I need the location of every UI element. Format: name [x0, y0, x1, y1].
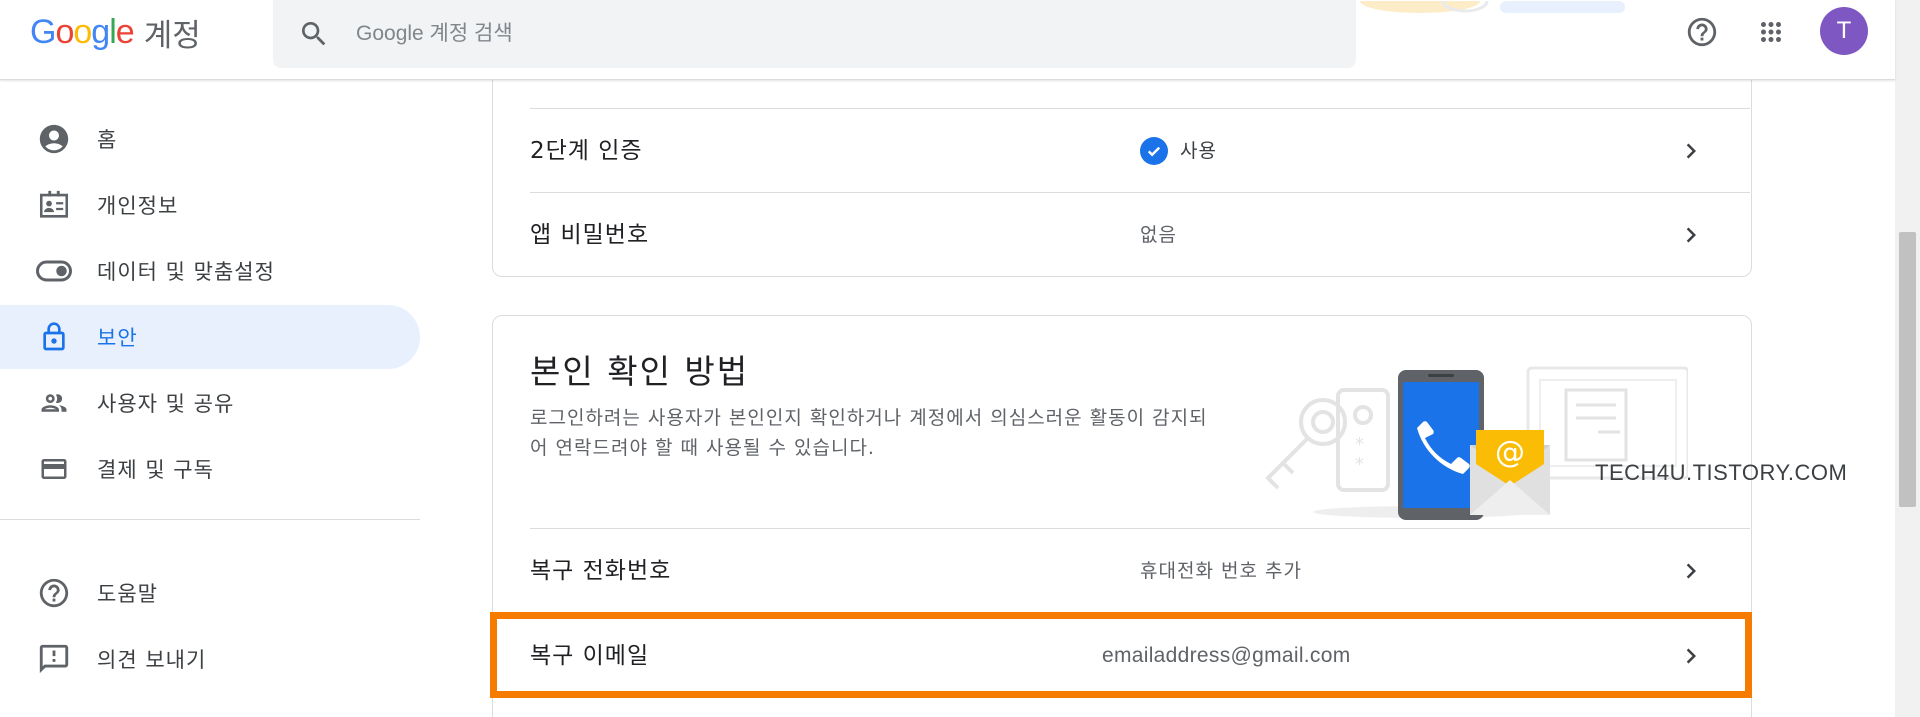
- svg-text:@: @: [1495, 435, 1525, 470]
- check-circle-icon: [1140, 137, 1168, 165]
- chevron-right-icon: [1686, 227, 1696, 243]
- sidebar-item-label: 의견 보내기: [97, 648, 207, 672]
- id-card-icon: [36, 187, 72, 223]
- google-account-logo[interactable]: Google 계정: [30, 8, 201, 56]
- avatar[interactable]: T: [1820, 7, 1868, 55]
- top-app-bar: Google 계정 T: [0, 0, 1895, 80]
- sidebar-item-label: 보안: [97, 326, 138, 350]
- help-circle-icon: [36, 575, 72, 611]
- sidebar-item-label: 결제 및 구독: [97, 458, 214, 482]
- sidebar-item-people-sharing[interactable]: 사용자 및 공유: [0, 371, 420, 435]
- sidebar-item-label: 데이터 및 맞춤설정: [97, 260, 275, 284]
- row-value: 사용: [1140, 109, 1217, 193]
- chevron-right-icon: [1686, 563, 1696, 579]
- recovery-phone-row[interactable]: 복구 전화번호 휴대전화 번호 추가: [530, 528, 1750, 612]
- row-label: 2단계 인증: [530, 138, 643, 164]
- watermark: TECH4U.TISTORY.COM: [1595, 460, 1848, 485]
- app-passwords-row[interactable]: 앱 비밀번호 없음: [530, 192, 1750, 276]
- sidebar-item-payments[interactable]: 결제 및 구독: [0, 437, 420, 501]
- two-step-verification-row[interactable]: 2단계 인증 사용: [530, 108, 1750, 192]
- promo-banner-peek: [1360, 0, 1630, 14]
- account-circle-icon: [36, 121, 72, 157]
- credit-card-icon: [36, 451, 72, 487]
- google-wordmark: Google: [30, 12, 135, 51]
- scrollbar-thumb[interactable]: [1899, 232, 1916, 507]
- help-icon[interactable]: [1684, 14, 1720, 50]
- apps-grid-icon[interactable]: [1753, 14, 1789, 50]
- sidebar-item-feedback[interactable]: 의견 보내기: [0, 627, 420, 691]
- sidebar-item-label: 홈: [97, 128, 118, 152]
- people-icon: [36, 385, 72, 421]
- lock-icon: [36, 319, 72, 355]
- search-icon[interactable]: [298, 18, 330, 50]
- feedback-icon: [36, 641, 72, 677]
- search-input[interactable]: [356, 22, 1256, 46]
- verify-illustration: ** @: [1265, 366, 1688, 520]
- row-label: 앱 비밀번호: [530, 222, 650, 248]
- svg-text:*: *: [1355, 434, 1364, 455]
- sidebar-item-data-personalization[interactable]: 데이터 및 맞춤설정: [0, 239, 420, 303]
- sidebar-item-label: 사용자 및 공유: [97, 392, 235, 416]
- google-account-security-page: Google 계정 T 홈 개인정보: [0, 0, 1920, 717]
- page-scrollbar[interactable]: [1895, 0, 1920, 717]
- sidebar-item-personal-info[interactable]: 개인정보: [0, 173, 420, 237]
- sidebar-item-security[interactable]: 보안: [0, 305, 420, 369]
- logo-suffix: 계정: [143, 17, 201, 54]
- row-value: 없음: [1140, 224, 1177, 246]
- row-label: 복구 전화번호: [530, 558, 672, 584]
- sidebar-item-home[interactable]: 홈: [0, 107, 420, 171]
- sidebar-item-help[interactable]: 도움말: [0, 561, 420, 625]
- recovery-email-highlight-box: [490, 612, 1752, 698]
- chevron-right-icon: [1686, 143, 1696, 159]
- sidebar-divider: [0, 519, 420, 520]
- sidebar-item-label: 개인정보: [97, 194, 179, 218]
- toggle-icon: [36, 253, 72, 289]
- status-text: 사용: [1180, 140, 1217, 162]
- svg-text:*: *: [1355, 454, 1364, 475]
- row-value: 휴대전화 번호 추가: [1140, 560, 1302, 582]
- search-bar[interactable]: [273, 0, 1356, 68]
- section-title: 본인 확인 방법: [530, 352, 750, 391]
- section-description: 로그인하려는 사용자가 본인인지 확인하거나 계정에서 의심스러운 활동이 감지…: [530, 407, 1208, 459]
- sidebar-item-label: 도움말: [97, 582, 158, 606]
